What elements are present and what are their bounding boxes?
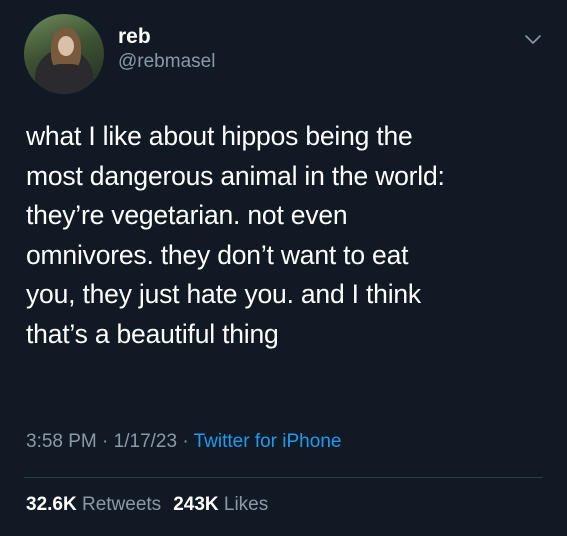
- tweet-header: reb @rebmasel: [24, 14, 215, 94]
- tweet-meta: 3:58 PM · 1/17/23 · Twitter for iPhone: [26, 431, 341, 453]
- likes-label: Likes: [223, 494, 269, 515]
- retweets-stat[interactable]: 32.6K Retweets: [26, 494, 161, 515]
- tweet-date[interactable]: 1/17/23: [114, 431, 177, 452]
- tweet-card: reb @rebmasel what I like about hippos b…: [0, 0, 567, 536]
- meta-separator: ·: [96, 431, 114, 452]
- avatar[interactable]: [24, 14, 104, 94]
- retweets-count: 32.6K: [26, 494, 77, 515]
- retweets-label: Retweets: [81, 494, 162, 515]
- display-name[interactable]: reb: [118, 24, 215, 50]
- tweet-text: what I like about hippos being the most …: [26, 121, 445, 349]
- user-names: reb @rebmasel: [118, 24, 215, 74]
- chevron-down-icon[interactable]: [524, 30, 542, 48]
- meta-separator: ·: [177, 431, 194, 452]
- likes-count: 243K: [173, 494, 219, 515]
- avatar-body: [42, 64, 90, 94]
- tweet-stats: 32.6K Retweets 243K Likes: [26, 494, 268, 516]
- user-handle[interactable]: @rebmasel: [118, 50, 215, 74]
- divider: [24, 477, 543, 478]
- avatar-face: [58, 36, 74, 56]
- tweet-source-link[interactable]: Twitter for iPhone: [194, 431, 342, 452]
- likes-stat[interactable]: 243K Likes: [173, 494, 268, 515]
- tweet-time[interactable]: 3:58 PM: [26, 431, 97, 452]
